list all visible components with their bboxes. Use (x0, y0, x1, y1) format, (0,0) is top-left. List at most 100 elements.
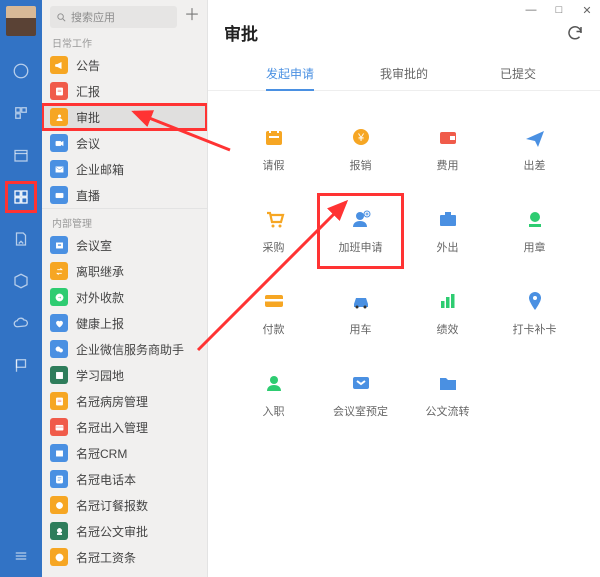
app-tile[interactable]: 费用 (404, 111, 491, 187)
add-app-button[interactable]: ＋ (183, 8, 201, 26)
app-tile[interactable]: 公文流转 (404, 357, 491, 433)
search-input[interactable]: 搜索应用 (50, 6, 177, 28)
heart-icon (50, 314, 68, 332)
sidebar-item[interactable]: 名冠订餐报数 (42, 492, 207, 518)
rail-contacts[interactable] (7, 99, 35, 127)
sidebar-item-label: 名冠病房管理 (76, 393, 148, 410)
app-grid: 请假¥报销费用出差采购 加班申请 外出用章付款用车 绩效打卡补卡入职会议室预定公文流转 (208, 91, 600, 577)
refresh-button[interactable] (566, 24, 584, 42)
money-icon: ¥ (50, 548, 68, 566)
svg-text:¥: ¥ (356, 132, 364, 144)
contacts-icon (12, 104, 30, 122)
rail-apps[interactable] (7, 183, 35, 211)
sidebar-item-label: 名冠电话本 (76, 471, 136, 488)
rail-calendar[interactable] (7, 141, 35, 169)
sidebar-section-title: 日常工作 (42, 32, 207, 52)
tab[interactable]: 我审批的 (347, 57, 461, 90)
rail-menu[interactable] (7, 542, 35, 570)
book-icon (50, 366, 68, 384)
card-icon (262, 289, 286, 313)
close-button[interactable]: ✕ (580, 4, 594, 17)
app-tile-label: 打卡补卡 (513, 321, 557, 337)
stamp-icon (523, 207, 547, 231)
sidebar-item[interactable]: 离职继承 (42, 258, 207, 284)
mail-icon (50, 160, 68, 178)
sidebar-item[interactable]: 直播 (42, 182, 207, 208)
doc-icon (50, 392, 68, 410)
sidebar-item[interactable]: 企业邮箱 (42, 156, 207, 182)
sidebar-item-label: 名冠公文审批 (76, 523, 148, 540)
search-icon (56, 12, 67, 23)
folder-icon (436, 371, 460, 395)
sidebar-item[interactable]: 学习园地 (42, 362, 207, 388)
app-tile[interactable]: 用车 (317, 275, 404, 351)
sidebar-item[interactable]: 公告 (42, 52, 207, 78)
sidebar-item[interactable]: 健康上报 (42, 310, 207, 336)
app-tile[interactable]: 请假 (230, 111, 317, 187)
app-tile[interactable]: 出差 (491, 111, 578, 187)
app-tile-label: 用车 (350, 321, 372, 337)
nav-rail (0, 0, 42, 577)
sidebar-item-label: 企业邮箱 (76, 161, 124, 178)
sidebar-item[interactable]: 企业微信服务商助手 (42, 336, 207, 362)
crm-icon (50, 444, 68, 462)
app-tile[interactable]: 加班申请 (317, 193, 404, 269)
rail-box[interactable] (7, 267, 35, 295)
app-tile-label: 用章 (524, 239, 546, 255)
sidebar-item[interactable]: 名冠电话本 (42, 466, 207, 492)
sidebar-item[interactable]: 对外收款 (42, 284, 207, 310)
sidebar-item[interactable]: 汇报 (42, 78, 207, 104)
sidebar-item[interactable]: 名冠CRM (42, 440, 207, 466)
app-tile[interactable]: 采购 (230, 193, 317, 269)
app-tile-label: 采购 (263, 239, 285, 255)
refresh-icon (566, 24, 584, 42)
main-panel: — □ ✕ 审批 发起申请我审批的已提交 请假¥报销费用出差采购 加班申请 外出用章… (208, 0, 600, 577)
app-tile[interactable]: 入职 (230, 357, 317, 433)
app-tile-label: 加班申请 (339, 239, 383, 255)
sidebar-item-label: 会议室 (76, 237, 112, 254)
sidebar-item-label: 离职继承 (76, 263, 124, 280)
sidebar-item[interactable]: 名冠公文审批 (42, 518, 207, 544)
app-tile-label: 出差 (524, 157, 546, 173)
avatar[interactable] (6, 6, 36, 36)
sidebar-item[interactable]: 会议室 (42, 232, 207, 258)
rail-cloud[interactable] (7, 309, 35, 337)
app-tile[interactable]: 用章 (491, 193, 578, 269)
tabs: 发起申请我审批的已提交 (208, 57, 600, 91)
sidebar-item[interactable]: ¥名冠工资条 (42, 544, 207, 570)
sidebar-item[interactable]: 会议 (42, 130, 207, 156)
cart-icon (262, 207, 286, 231)
app-tile[interactable]: 外出 (404, 193, 491, 269)
rail-docs[interactable] (7, 225, 35, 253)
app-tile[interactable]: 绩效 (404, 275, 491, 351)
minimize-button[interactable]: — (524, 4, 538, 16)
sidebar-item[interactable]: 名冠病房管理 (42, 388, 207, 414)
cloud-icon (12, 314, 30, 332)
live-icon (50, 186, 68, 204)
app-tile[interactable]: 会议室预定 (317, 357, 404, 433)
horn-icon (50, 56, 68, 74)
doc-icon (50, 82, 68, 100)
maximize-button[interactable]: □ (552, 4, 566, 16)
sidebar-item[interactable]: 名冠出入管理 (42, 414, 207, 440)
sidebar-item-label: 对外收款 (76, 289, 124, 306)
tab[interactable]: 发起申请 (233, 57, 347, 90)
sidebar-item-label: 名冠出入管理 (76, 419, 148, 436)
car-icon (349, 289, 373, 313)
stamp-icon (50, 522, 68, 540)
video-icon (50, 134, 68, 152)
person-icon (50, 108, 68, 126)
app-tile[interactable]: 付款 (230, 275, 317, 351)
tab[interactable]: 已提交 (461, 57, 575, 90)
sidebar-item-label: 名冠订餐报数 (76, 497, 148, 514)
rail-flag[interactable] (7, 351, 35, 379)
flag-icon (12, 356, 30, 374)
page-title: 审批 (224, 20, 258, 45)
sidebar-item[interactable]: 审批 (42, 104, 207, 130)
app-sidebar: 搜索应用 ＋ 日常工作公告汇报审批会议企业邮箱直播内部管理会议室离职继承对外收款… (42, 0, 208, 577)
sidebar-item-label: 直播 (76, 187, 100, 204)
app-tile[interactable]: ¥报销 (317, 111, 404, 187)
app-tile[interactable]: 打卡补卡 (491, 275, 578, 351)
calendar-icon (262, 125, 286, 149)
rail-chat[interactable] (7, 57, 35, 85)
